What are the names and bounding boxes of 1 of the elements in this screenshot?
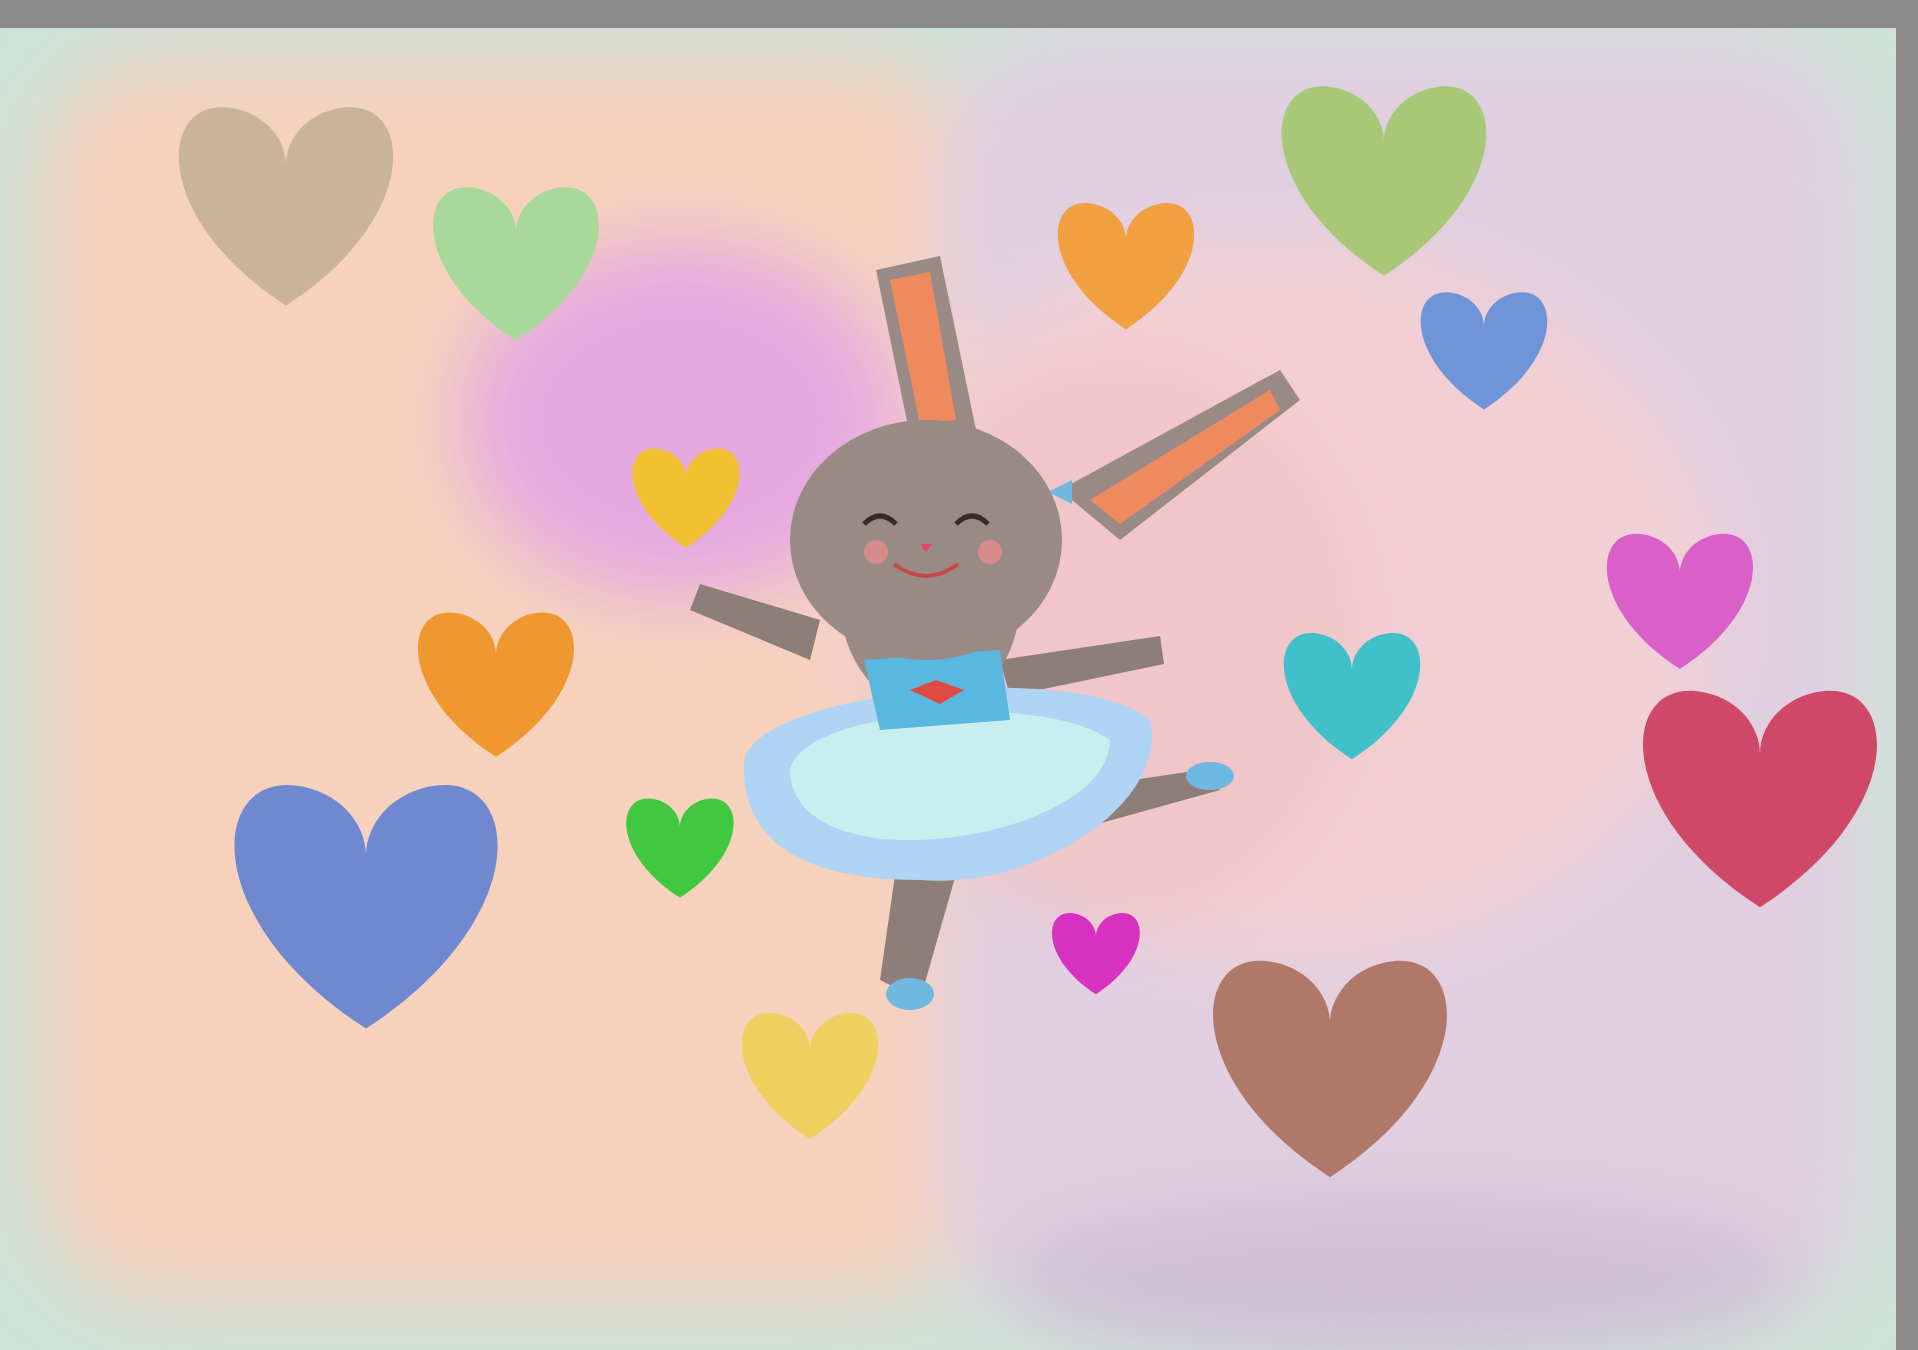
bunny-arm [690, 584, 820, 660]
